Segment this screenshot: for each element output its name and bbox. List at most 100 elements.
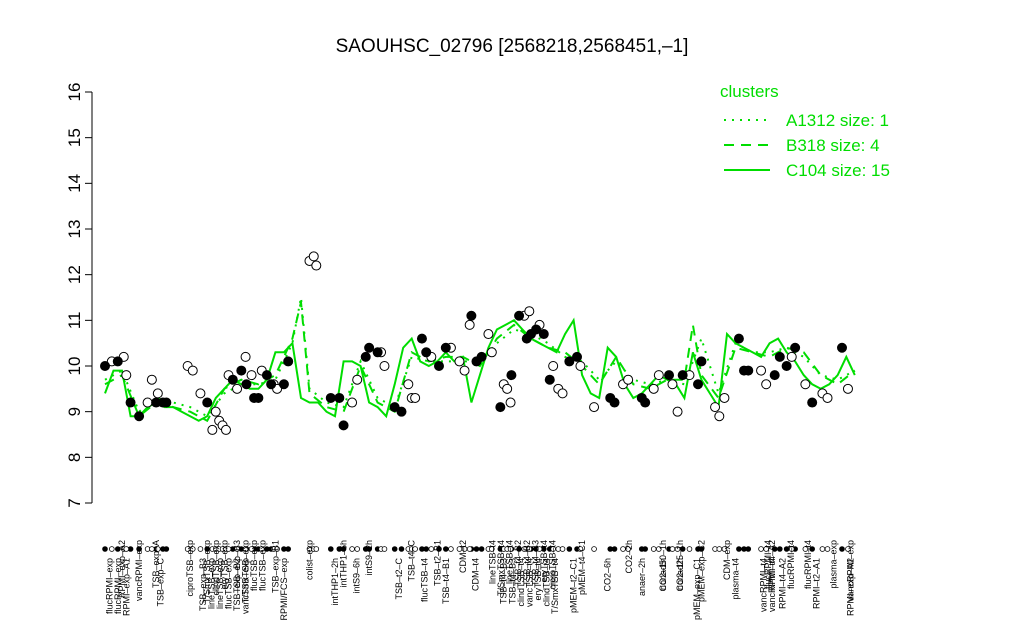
data-point-open	[842, 383, 853, 394]
rug-mark	[642, 546, 648, 552]
data-point-filled	[664, 370, 675, 381]
data-point-filled	[769, 370, 780, 381]
x-label-top: intTHP1–6h	[339, 540, 349, 588]
data-point-open	[800, 379, 811, 390]
rug-mark	[381, 546, 388, 552]
x-label-bottom: TSB–t4–B1	[441, 558, 451, 604]
rug-mark	[285, 546, 291, 552]
data-point-open	[454, 356, 465, 367]
data-point-filled	[640, 397, 651, 408]
x-label-bottom: intTHP1–2h	[330, 558, 340, 606]
rug-mark	[473, 546, 480, 552]
x-label-bottom: CO2–1h	[675, 558, 685, 592]
data-point-filled	[743, 365, 754, 376]
data-point-filled	[261, 370, 272, 381]
data-point-open	[379, 361, 390, 371]
data-point-open	[232, 383, 243, 394]
x-label-bottom: RPMI–t4–A2	[777, 558, 787, 609]
data-point-filled	[134, 411, 145, 422]
x-label-top: colist–exp	[304, 540, 314, 580]
data-point-filled	[609, 397, 620, 408]
data-point-filled	[125, 397, 136, 408]
x-label-top: plasma–exp	[828, 540, 838, 589]
x-label-bottom: RPMI–t2–A1	[811, 558, 821, 609]
data-points	[100, 251, 853, 435]
rug-mark	[354, 546, 360, 552]
rug-mark	[650, 546, 657, 552]
rug-mark	[109, 546, 115, 552]
rug-mark	[611, 546, 618, 552]
data-point-filled	[325, 392, 336, 403]
data-point-filled	[338, 420, 349, 431]
y-tick-label: 12	[65, 265, 84, 284]
data-point-open	[459, 365, 470, 376]
y-tick-label: 9	[65, 407, 84, 416]
data-point-filled	[416, 333, 427, 344]
x-label-bottom: CDM–t4	[471, 558, 481, 591]
chart-title: SAOUHSC_02796 [2568218,2568451,–1]	[336, 36, 689, 57]
x-label-bottom: TSB–t2–C	[394, 558, 404, 600]
data-point-open	[403, 379, 414, 390]
data-point-filled	[466, 310, 477, 321]
data-point-open	[548, 361, 559, 371]
rug-mark	[716, 546, 723, 552]
x-label-bottom: CO2–1h	[658, 558, 668, 592]
data-point-filled	[495, 402, 506, 413]
rug-mark	[591, 546, 597, 552]
data-point-filled	[514, 310, 525, 321]
data-point-open	[524, 306, 535, 317]
x-label-bottom: flucTSB–t4	[420, 558, 430, 602]
data-point-filled	[253, 392, 264, 403]
data-point-open	[187, 365, 198, 376]
rug-mark	[777, 546, 783, 552]
data-point-open	[589, 402, 600, 413]
data-point-filled	[283, 356, 294, 367]
x-label-bottom: plasma–t4	[730, 558, 740, 600]
data-point-open	[483, 329, 494, 340]
x-label-bottom: TSB–exp–C	[155, 558, 165, 607]
data-point-open	[311, 260, 322, 271]
x-label-bottom: CO2–6h	[603, 558, 613, 592]
data-point-open	[308, 251, 319, 262]
data-point-open	[352, 374, 363, 385]
data-point-filled	[364, 342, 375, 353]
x-label-top: TSB–t4–C	[407, 540, 417, 582]
data-point-filled	[100, 361, 110, 371]
legend: clusters A1312 size: 1 B318 size: 4 C104…	[720, 82, 890, 180]
data-point-filled	[421, 347, 432, 358]
data-point-open	[464, 319, 475, 330]
data-point-filled	[733, 333, 744, 344]
data-point-filled	[334, 392, 345, 403]
data-point-filled	[807, 397, 818, 408]
data-point-filled	[506, 370, 517, 381]
data-point-filled	[774, 351, 785, 362]
rug-mark	[102, 546, 108, 552]
data-point-open	[653, 370, 664, 381]
y-tick-label: 16	[65, 83, 84, 102]
rug-mark	[313, 546, 320, 552]
y-axis: 7 8 9 10 11 12 13 14 15 16	[65, 83, 93, 508]
data-point-open	[486, 347, 497, 358]
rug-mark	[566, 546, 573, 552]
legend-label-c104: C104 size: 15	[786, 161, 890, 180]
x-labels-bottom: flucRPMI–expflucRPMI–expRPMI–exp–A1 TSB–e…	[104, 558, 855, 621]
y-tick-label: 10	[65, 357, 84, 376]
data-point-open	[121, 370, 132, 381]
data-point-open	[719, 392, 730, 403]
data-point-open	[822, 392, 833, 403]
x-label-bottom: RPMI/FCS–exp	[279, 558, 289, 621]
y-tick-label: 8	[65, 453, 84, 462]
data-point-filled	[696, 356, 707, 367]
rug-mark	[736, 546, 742, 552]
data-point-filled	[544, 374, 555, 385]
rug-mark	[839, 546, 845, 552]
rug-mark	[443, 546, 449, 552]
data-point-open	[710, 402, 721, 413]
rug-mark	[686, 546, 693, 552]
x-label-top: intS9–2h	[364, 540, 374, 576]
x-label-bottom: pMEM–t2–C1	[569, 558, 579, 613]
rug-mark	[398, 546, 405, 552]
x-label-top: flucRPMI–t4	[786, 540, 796, 589]
data-point-open	[195, 388, 206, 399]
x-label-bottom: RPMI–exp–A2	[846, 558, 856, 616]
